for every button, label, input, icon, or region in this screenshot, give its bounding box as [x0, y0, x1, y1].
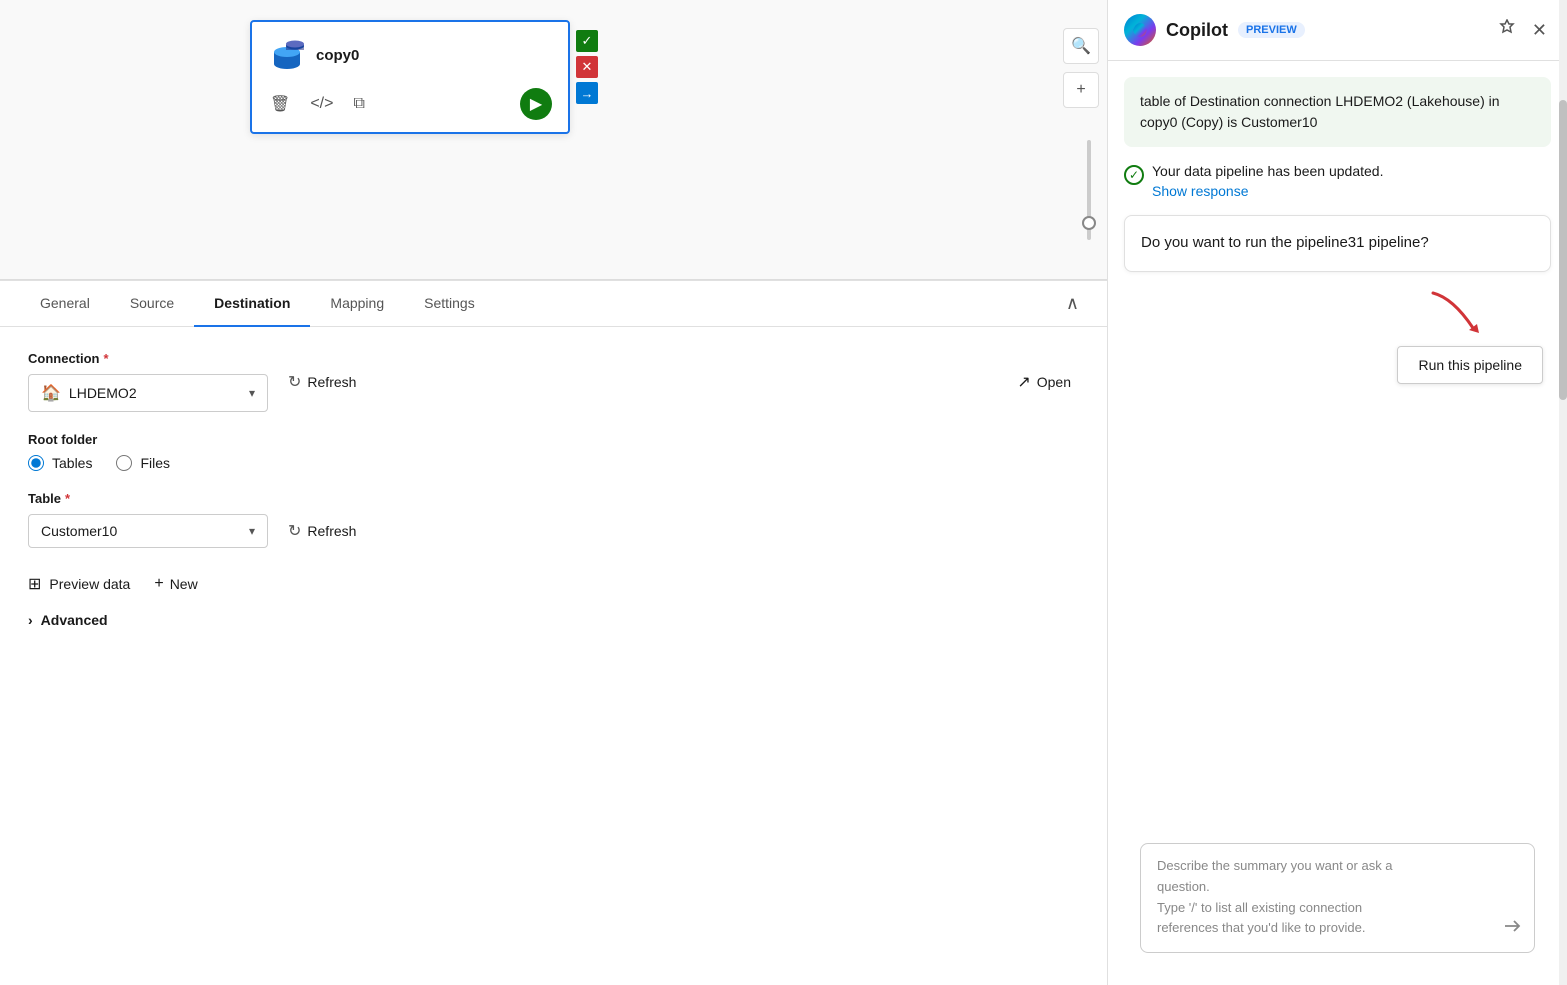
preview-data-button[interactable]: ⊞ Preview data [28, 568, 130, 600]
copilot-send-button[interactable] [1502, 916, 1522, 942]
new-plus-icon: + [154, 575, 163, 593]
advanced-section[interactable]: › Advanced [28, 612, 1079, 628]
tab-destination[interactable]: Destination [194, 281, 310, 327]
copilot-message-bubble: table of Destination connection LHDEMO2 … [1124, 77, 1551, 147]
show-response-link[interactable]: Show response [1152, 183, 1383, 199]
files-radio-label[interactable]: Files [116, 455, 170, 471]
connection-field-block: Connection * 🏠 LHDEMO2 ▾ [28, 351, 268, 412]
refresh-icon: ↻ [288, 372, 301, 392]
files-radio-text: Files [140, 455, 170, 471]
connection-label: Connection * [28, 351, 268, 366]
updated-text: Your data pipeline has been updated. [1152, 163, 1383, 179]
root-folder-label: Root folder [28, 432, 1079, 447]
node-db-icon [268, 36, 306, 74]
bottom-actions: ⊞ Preview data + New [28, 568, 1079, 600]
zoom-control [1087, 140, 1091, 240]
status-x-icon: ✕ [576, 56, 598, 78]
connection-group: Connection * 🏠 LHDEMO2 ▾ ↻ Refresh [28, 351, 1079, 412]
right-scrollbar-thumb[interactable] [1559, 100, 1567, 400]
close-button[interactable]: ✕ [1528, 15, 1551, 46]
table-select[interactable]: Customer10 ▾ [28, 514, 268, 548]
node-status-icons: ✓ ✕ → [576, 30, 598, 104]
table-refresh-button[interactable]: ↻ Refresh [280, 515, 364, 547]
config-body: Connection * 🏠 LHDEMO2 ▾ ↻ Refresh [0, 327, 1107, 652]
canvas-area: copy0 🗑 </> ⧉ ▶ ✓ ✕ → 🔍 + [0, 0, 1107, 280]
connection-row: Connection * 🏠 LHDEMO2 ▾ ↻ Refresh [28, 351, 1079, 412]
pipeline-node[interactable]: copy0 🗑 </> ⧉ ▶ ✓ ✕ → [250, 20, 570, 134]
radio-group: Tables Files [28, 455, 1079, 471]
copilot-header-actions: ✕ [1494, 15, 1551, 46]
preview-icon: ⊞ [28, 574, 41, 594]
config-tabs: General Source Destination Mapping Setti… [0, 281, 1107, 327]
tables-radio[interactable] [28, 455, 44, 471]
zoom-thumb[interactable] [1082, 216, 1096, 230]
node-header: copy0 [268, 36, 552, 74]
message-text: table of Destination connection LHDEMO2 … [1140, 93, 1500, 130]
connection-dropdown-arrow: ▾ [249, 386, 255, 400]
table-required: * [65, 491, 70, 506]
open-external-icon: ↗ [1017, 372, 1030, 392]
collapse-button[interactable]: ∧ [1058, 285, 1087, 322]
table-label: Table * [28, 491, 1079, 506]
run-pipeline-button[interactable]: Run this pipeline [1397, 346, 1543, 384]
copilot-title: Copilot [1166, 20, 1228, 41]
connection-select[interactable]: 🏠 LHDEMO2 ▾ [28, 374, 268, 412]
question-text: Do you want to run the pipeline31 pipeli… [1141, 234, 1429, 251]
tables-radio-text: Tables [52, 455, 92, 471]
table-row: Customer10 ▾ ↻ Refresh [28, 514, 1079, 548]
red-arrow-icon [1423, 288, 1483, 338]
search-tool-button[interactable]: 🔍 [1063, 28, 1099, 64]
right-panel: Copilot PREVIEW ✕ table of Destination c… [1107, 0, 1567, 985]
table-refresh-icon: ↻ [288, 521, 301, 541]
table-dropdown-arrow: ▾ [249, 524, 255, 538]
copilot-input-area[interactable]: Describe the summary you want or ask a q… [1140, 843, 1535, 953]
connection-required: * [104, 351, 109, 366]
root-folder-group: Root folder Tables Files [28, 432, 1079, 471]
node-title: copy0 [316, 47, 359, 64]
zoom-in-button[interactable]: + [1063, 72, 1099, 108]
config-panel: General Source Destination Mapping Setti… [0, 280, 1107, 985]
files-radio[interactable] [116, 455, 132, 471]
node-actions: 🗑 </> ⧉ ▶ [268, 88, 552, 120]
arrow-area [1423, 288, 1543, 338]
copilot-logo [1124, 14, 1156, 46]
status-arrow-icon: → [576, 82, 598, 104]
updated-text-block: Your data pipeline has been updated. Sho… [1152, 163, 1383, 199]
tab-general[interactable]: General [20, 281, 110, 327]
advanced-chevron-icon: › [28, 612, 33, 628]
copilot-input-wrapper: Describe the summary you want or ask a q… [1108, 843, 1567, 985]
tab-source[interactable]: Source [110, 281, 194, 327]
connection-select-icon: 🏠 [41, 383, 61, 403]
left-panel: copy0 🗑 </> ⧉ ▶ ✓ ✕ → 🔍 + [0, 0, 1107, 985]
copilot-input-placeholder: Describe the summary you want or ask a q… [1157, 856, 1518, 939]
tab-mapping[interactable]: Mapping [310, 281, 404, 327]
status-check-icon: ✓ [576, 30, 598, 52]
new-button[interactable]: + New [154, 569, 197, 599]
table-group: Table * Customer10 ▾ ↻ Refresh [28, 491, 1079, 548]
zoom-track [1087, 140, 1091, 240]
pin-button[interactable] [1494, 15, 1520, 46]
copilot-question-bubble: Do you want to run the pipeline31 pipeli… [1124, 215, 1551, 272]
table-select-value: Customer10 [41, 523, 241, 539]
connection-select-value: LHDEMO2 [69, 385, 241, 401]
right-scrollbar[interactable] [1559, 0, 1567, 985]
run-pipeline-area: Run this pipeline [1124, 288, 1551, 384]
code-button[interactable]: </> [308, 93, 335, 115]
open-button[interactable]: ↗ Open [1009, 366, 1079, 398]
updated-check-icon: ✓ [1124, 165, 1144, 185]
delete-button[interactable]: 🗑 [268, 92, 292, 116]
connection-refresh-button[interactable]: ↻ Refresh [280, 366, 364, 398]
copilot-updated-status: ✓ Your data pipeline has been updated. S… [1124, 163, 1551, 199]
tab-settings[interactable]: Settings [404, 281, 495, 327]
canvas-toolbar: 🔍 + [1055, 20, 1107, 116]
copilot-header: Copilot PREVIEW ✕ [1108, 0, 1567, 61]
connection-left: Connection * 🏠 LHDEMO2 ▾ ↻ Refresh [28, 351, 364, 412]
copy-button[interactable]: ⧉ [351, 93, 366, 115]
run-node-button[interactable]: ▶ [520, 88, 552, 120]
copilot-preview-badge: PREVIEW [1238, 22, 1305, 38]
copilot-messages: table of Destination connection LHDEMO2 … [1108, 61, 1567, 843]
tables-radio-label[interactable]: Tables [28, 455, 92, 471]
